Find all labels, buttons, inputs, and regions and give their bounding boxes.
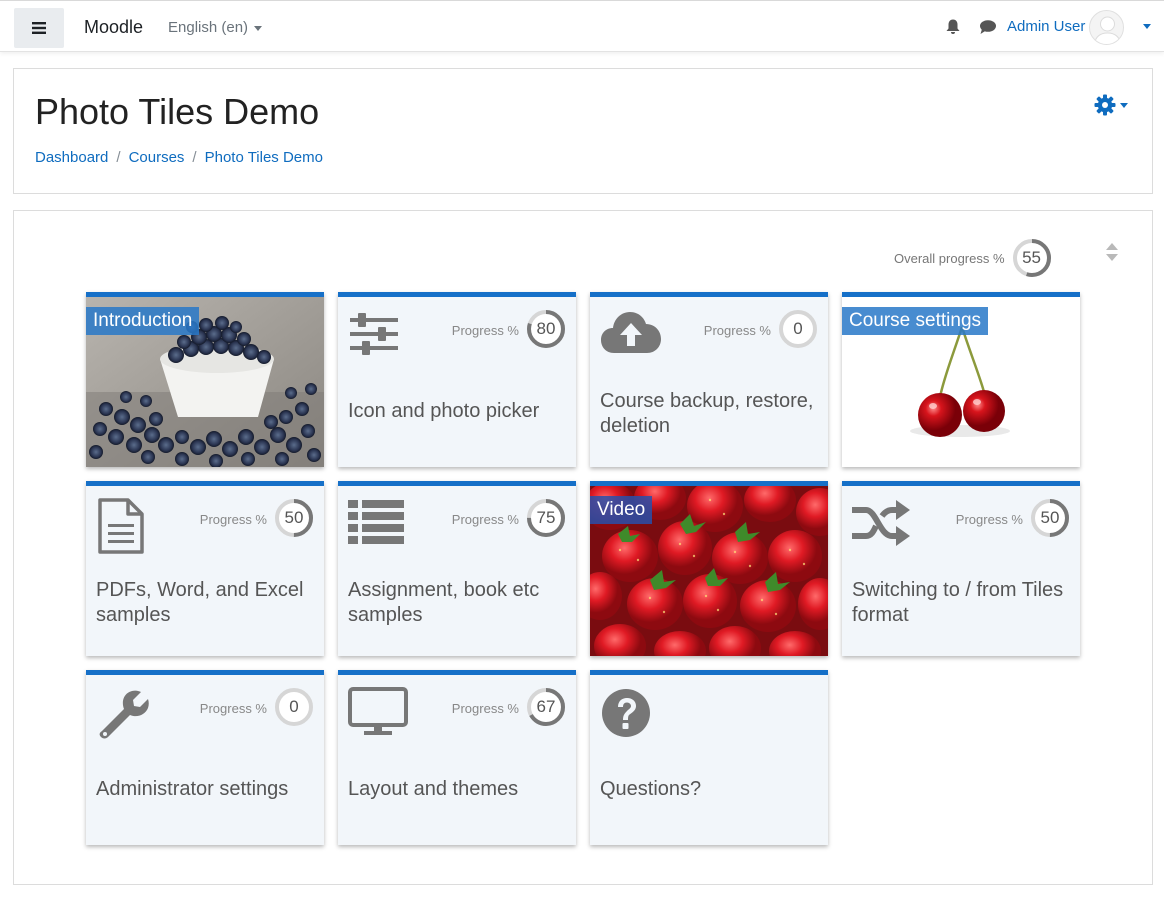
progress-value: 50 [1040, 508, 1060, 527]
tile-title: Introduction [86, 307, 200, 335]
chevron-down-icon [1120, 102, 1128, 108]
tile-course-settings[interactable]: Course settings [842, 292, 1080, 467]
breadcrumb-dashboard[interactable]: Dashboard [35, 149, 108, 166]
tile-progress-ring: 67 [526, 687, 566, 727]
tile-title: Icon and photo picker [348, 400, 540, 422]
progress-label: Progress % [451, 323, 519, 338]
language-label: English (en) [168, 19, 249, 36]
breadcrumb-separator: / [116, 149, 121, 166]
tile-assignment-book[interactable]: Progress % 75 Assignment, book etc sampl… [338, 481, 576, 656]
overall-progress-ring: 55 [1012, 238, 1052, 278]
overall-progress-value: 55 [1022, 248, 1041, 267]
overall-progress-label: Overall progress % [894, 250, 1005, 266]
list-icon [348, 500, 404, 544]
progress-value: 0 [289, 697, 299, 716]
tile-title: Questions? [600, 778, 702, 800]
tile-switching-tiles-format[interactable]: Progress % 50 Switching to / from Tiles … [842, 481, 1080, 656]
overall-progress: Overall progress % 55 [894, 238, 1052, 278]
progress-value: 0 [793, 319, 803, 338]
top-navbar: Moodle English (en) Admin User [0, 0, 1164, 52]
question-circle-icon [602, 689, 650, 737]
tile-progress-ring: 80 [526, 309, 566, 349]
progress-value: 67 [536, 697, 556, 716]
language-menu[interactable]: English (en) [168, 19, 263, 36]
sort-arrows-icon[interactable] [1105, 243, 1119, 261]
user-avatar-icon [1093, 16, 1122, 44]
tile-title: Switching to / from Tiles format [852, 579, 1064, 626]
page-header: Photo Tiles Demo Dashboard / Courses / Photo… [13, 68, 1153, 194]
tile-course-backup[interactable]: Progress % 0 Course backup, restore, del… [590, 292, 828, 467]
course-admin-menu[interactable] [1094, 94, 1128, 116]
gear-icon [1094, 94, 1116, 116]
tile-progress-ring: 0 [778, 309, 818, 349]
tile-progress-ring: 0 [274, 687, 314, 727]
tile-title: Video [590, 496, 653, 524]
progress-label: Progress % [451, 512, 519, 527]
breadcrumb-current-course[interactable]: Photo Tiles Demo [205, 149, 323, 166]
tile-title: Assignment, book etc samples [348, 579, 540, 626]
progress-label: Progress % [199, 512, 267, 527]
tile-progress-ring: 50 [274, 498, 314, 538]
progress-label: Progress % [703, 323, 771, 338]
breadcrumb-courses[interactable]: Courses [129, 149, 185, 166]
tile-progress-ring: 75 [526, 498, 566, 538]
user-menu-chevron-icon[interactable] [1143, 24, 1151, 29]
breadcrumb-separator: / [192, 149, 197, 166]
tile-questions[interactable]: Questions? [590, 670, 828, 845]
chat-icon[interactable] [979, 19, 997, 35]
user-avatar[interactable] [1089, 10, 1124, 45]
progress-value: 75 [536, 508, 556, 527]
user-menu-name[interactable]: Admin User [1007, 18, 1085, 35]
site-brand[interactable]: Moodle [84, 17, 143, 38]
shuffle-icon [852, 500, 910, 546]
tile-title: PDFs, Word, and Excel samples [96, 579, 304, 626]
hamburger-icon [32, 22, 46, 34]
tile-layout-and-themes[interactable]: Progress % 67 Layout and themes [338, 670, 576, 845]
bell-icon[interactable] [945, 18, 961, 35]
chevron-down-icon [254, 25, 263, 31]
tile-title: Layout and themes [348, 778, 519, 800]
tile-title: Administrator settings [96, 778, 289, 800]
tile-video[interactable]: Video [590, 481, 828, 656]
wrench-icon [99, 690, 149, 739]
tile-title: Course backup, restore, deletion [600, 390, 814, 437]
tile-administrator-settings[interactable]: Progress % 0 Administrator settings [86, 670, 324, 845]
progress-label: Progress % [451, 701, 519, 716]
tile-progress-ring: 50 [1030, 498, 1070, 538]
tile-icon-and-photo-picker[interactable]: Progress % 80 Icon and photo picker [338, 292, 576, 467]
tile-introduction[interactable]: Introduction [86, 292, 324, 467]
progress-value: 50 [284, 508, 304, 527]
document-icon [98, 498, 144, 554]
cloud-upload-icon [601, 312, 661, 353]
tile-title: Course settings [842, 307, 989, 335]
progress-label: Progress % [955, 512, 1023, 527]
progress-value: 80 [536, 319, 556, 338]
page-title: Photo Tiles Demo [35, 91, 320, 132]
sliders-icon [350, 313, 398, 355]
drawer-toggle-button[interactable] [14, 8, 64, 48]
monitor-icon [348, 687, 408, 735]
breadcrumb: Dashboard / Courses / Photo Tiles Demo [35, 149, 323, 166]
tile-pdfs-word-excel[interactable]: Progress % 50 PDFs, Word, and Excel samp… [86, 481, 324, 656]
progress-label: Progress % [199, 701, 267, 716]
